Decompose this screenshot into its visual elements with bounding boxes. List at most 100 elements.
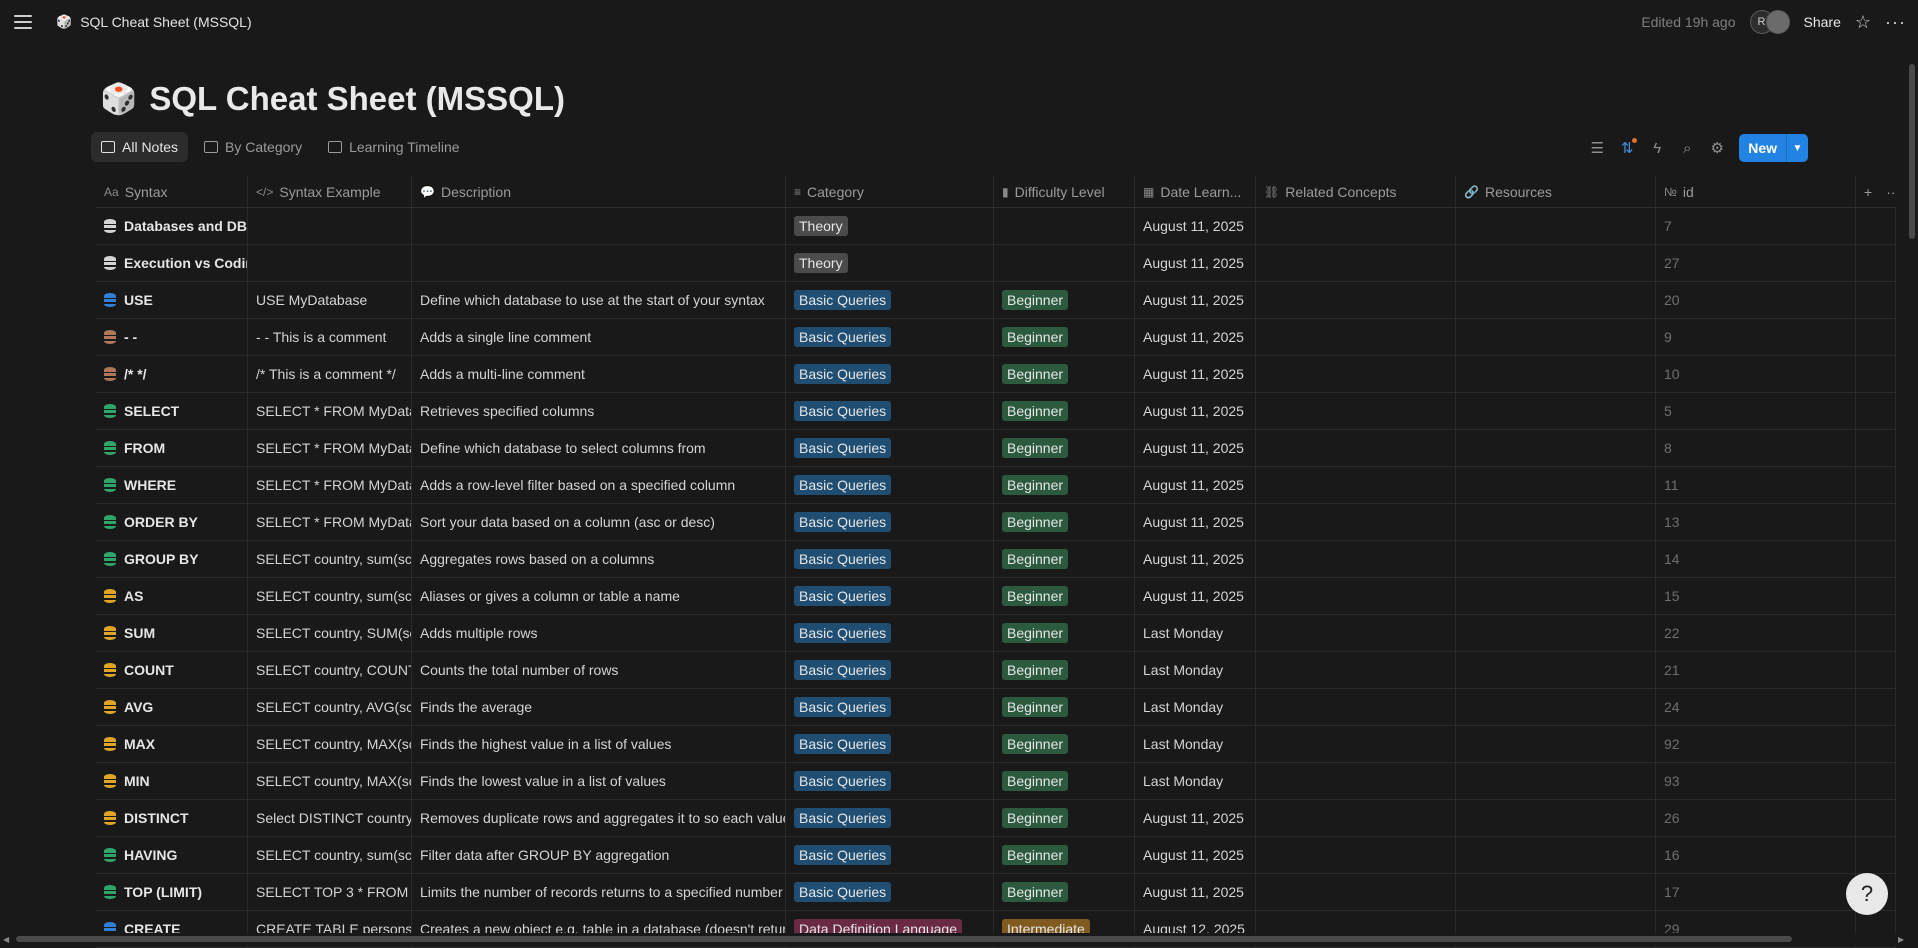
column-header-related-concepts[interactable]: ⛓ Related Concepts: [1256, 176, 1456, 207]
table-row[interactable]: MIN SELECT country, MAX(score) Finds the l…: [96, 763, 1896, 800]
scroll-left-arrow-icon[interactable]: ◀: [3, 935, 9, 944]
description-cell[interactable]: Limits the number of records returns to …: [412, 874, 786, 910]
add-property-icon[interactable]: +: [1864, 184, 1872, 200]
tab-all-notes[interactable]: All Notes: [91, 132, 189, 162]
related-concepts-cell[interactable]: [1256, 652, 1456, 688]
horizontal-scroll-thumb[interactable]: [16, 936, 1792, 942]
filter-icon[interactable]: ☰: [1589, 139, 1605, 157]
date-learned-cell[interactable]: August 11, 2025: [1135, 504, 1256, 540]
difficulty-cell[interactable]: Beginner: [994, 393, 1135, 429]
syntax-cell[interactable]: /* */: [96, 356, 248, 392]
related-concepts-cell[interactable]: [1256, 467, 1456, 503]
difficulty-cell[interactable]: Beginner: [994, 282, 1135, 318]
category-cell[interactable]: Basic Queries: [786, 356, 994, 392]
resources-cell[interactable]: [1456, 874, 1656, 910]
syntax-example-cell[interactable]: - - This is a comment: [248, 319, 412, 355]
table-row[interactable]: TOP (LIMIT) SELECT TOP 3 * FROM MyDatabas…: [96, 874, 1896, 911]
syntax-example-cell[interactable]: SELECT country, sum(score): [248, 578, 412, 614]
resources-cell[interactable]: [1456, 615, 1656, 651]
syntax-example-cell[interactable]: SELECT * FROM MyDatabase: [248, 504, 412, 540]
scroll-right-arrow-icon[interactable]: ▶: [1898, 935, 1904, 944]
table-row[interactable]: USE USE MyDatabase Define which database t…: [96, 282, 1896, 319]
category-cell[interactable]: Basic Queries: [786, 652, 994, 688]
difficulty-cell[interactable]: Beginner: [994, 874, 1135, 910]
syntax-cell[interactable]: FROM: [96, 430, 248, 466]
description-cell[interactable]: Counts the total number of rows: [412, 652, 786, 688]
description-cell[interactable]: Finds the average: [412, 689, 786, 725]
resources-cell[interactable]: [1456, 393, 1656, 429]
date-learned-cell[interactable]: August 11, 2025: [1135, 467, 1256, 503]
related-concepts-cell[interactable]: [1256, 800, 1456, 836]
category-cell[interactable]: Basic Queries: [786, 393, 994, 429]
syntax-example-cell[interactable]: /* This is a comment */: [248, 356, 412, 392]
share-button[interactable]: Share: [1804, 14, 1841, 30]
category-cell[interactable]: Basic Queries: [786, 615, 994, 651]
table-row[interactable]: COUNT SELECT country, COUNT(*) Counts the …: [96, 652, 1896, 689]
favorite-star-icon[interactable]: ☆: [1855, 12, 1871, 33]
column-header-syntax[interactable]: Aa Syntax: [96, 176, 248, 207]
resources-cell[interactable]: [1456, 541, 1656, 577]
related-concepts-cell[interactable]: [1256, 282, 1456, 318]
syntax-cell[interactable]: DISTINCT: [96, 800, 248, 836]
category-cell[interactable]: Basic Queries: [786, 282, 994, 318]
date-learned-cell[interactable]: Last Monday: [1135, 615, 1256, 651]
column-header-date-learned[interactable]: ▦ Date Learn...: [1135, 176, 1256, 207]
date-learned-cell[interactable]: August 11, 2025: [1135, 208, 1256, 244]
table-row[interactable]: Execution vs Coding Theory August 11, 2025…: [96, 245, 1896, 282]
table-row[interactable]: ORDER BY SELECT * FROM MyDatabase Sort you…: [96, 504, 1896, 541]
category-cell[interactable]: Basic Queries: [786, 800, 994, 836]
related-concepts-cell[interactable]: [1256, 430, 1456, 466]
category-cell[interactable]: Basic Queries: [786, 837, 994, 873]
difficulty-cell[interactable]: Beginner: [994, 763, 1135, 799]
date-learned-cell[interactable]: Last Monday: [1135, 689, 1256, 725]
description-cell[interactable]: [412, 208, 786, 244]
description-cell[interactable]: Finds the highest value in a list of val…: [412, 726, 786, 762]
syntax-cell[interactable]: MAX: [96, 726, 248, 762]
date-learned-cell[interactable]: August 11, 2025: [1135, 319, 1256, 355]
resources-cell[interactable]: [1456, 430, 1656, 466]
table-more-icon[interactable]: ···: [1886, 184, 1896, 200]
difficulty-cell[interactable]: Beginner: [994, 578, 1135, 614]
table-row[interactable]: MAX SELECT country, MAX(score) Finds the h…: [96, 726, 1896, 763]
sort-icon[interactable]: ⇅: [1619, 138, 1638, 157]
table-row[interactable]: GROUP BY SELECT country, sum(score) Aggreg…: [96, 541, 1896, 578]
syntax-example-cell[interactable]: USE MyDatabase: [248, 282, 412, 318]
syntax-cell[interactable]: TOP (LIMIT): [96, 874, 248, 910]
date-learned-cell[interactable]: August 11, 2025: [1135, 837, 1256, 873]
syntax-example-cell[interactable]: SELECT * FROM MyDatabase: [248, 430, 412, 466]
related-concepts-cell[interactable]: [1256, 615, 1456, 651]
related-concepts-cell[interactable]: [1256, 837, 1456, 873]
syntax-cell[interactable]: MIN: [96, 763, 248, 799]
resources-cell[interactable]: [1456, 356, 1656, 392]
difficulty-cell[interactable]: Beginner: [994, 800, 1135, 836]
related-concepts-cell[interactable]: [1256, 874, 1456, 910]
table-row[interactable]: AVG SELECT country, AVG(score) Finds the a…: [96, 689, 1896, 726]
syntax-example-cell[interactable]: SELECT * FROM MyDatabase: [248, 467, 412, 503]
category-cell[interactable]: Basic Queries: [786, 541, 994, 577]
horizontal-scrollbar[interactable]: ◀ ▶: [0, 933, 1918, 945]
date-learned-cell[interactable]: Last Monday: [1135, 726, 1256, 762]
description-cell[interactable]: Adds multiple rows: [412, 615, 786, 651]
date-learned-cell[interactable]: August 11, 2025: [1135, 282, 1256, 318]
syntax-example-cell[interactable]: [248, 245, 412, 281]
resources-cell[interactable]: [1456, 726, 1656, 762]
syntax-cell[interactable]: AS: [96, 578, 248, 614]
category-cell[interactable]: Theory: [786, 245, 994, 281]
table-row[interactable]: Databases and DBMS Theory August 11, 2025 7: [96, 208, 1896, 245]
description-cell[interactable]: Aggregates rows based on a columns: [412, 541, 786, 577]
tab-by-category[interactable]: By Category: [194, 132, 312, 162]
syntax-example-cell[interactable]: SELECT country, SUM(score): [248, 615, 412, 651]
syntax-cell[interactable]: USE: [96, 282, 248, 318]
related-concepts-cell[interactable]: [1256, 504, 1456, 540]
related-concepts-cell[interactable]: [1256, 763, 1456, 799]
syntax-example-cell[interactable]: SELECT TOP 3 * FROM MyDatabase: [248, 874, 412, 910]
category-cell[interactable]: Basic Queries: [786, 467, 994, 503]
related-concepts-cell[interactable]: [1256, 689, 1456, 725]
related-concepts-cell[interactable]: [1256, 208, 1456, 244]
syntax-example-cell[interactable]: SELECT country, COUNT(*): [248, 652, 412, 688]
syntax-example-cell[interactable]: SELECT country, AVG(score): [248, 689, 412, 725]
description-cell[interactable]: Sort your data based on a column (asc or…: [412, 504, 786, 540]
related-concepts-cell[interactable]: [1256, 319, 1456, 355]
description-cell[interactable]: Adds a single line comment: [412, 319, 786, 355]
syntax-cell[interactable]: GROUP BY: [96, 541, 248, 577]
